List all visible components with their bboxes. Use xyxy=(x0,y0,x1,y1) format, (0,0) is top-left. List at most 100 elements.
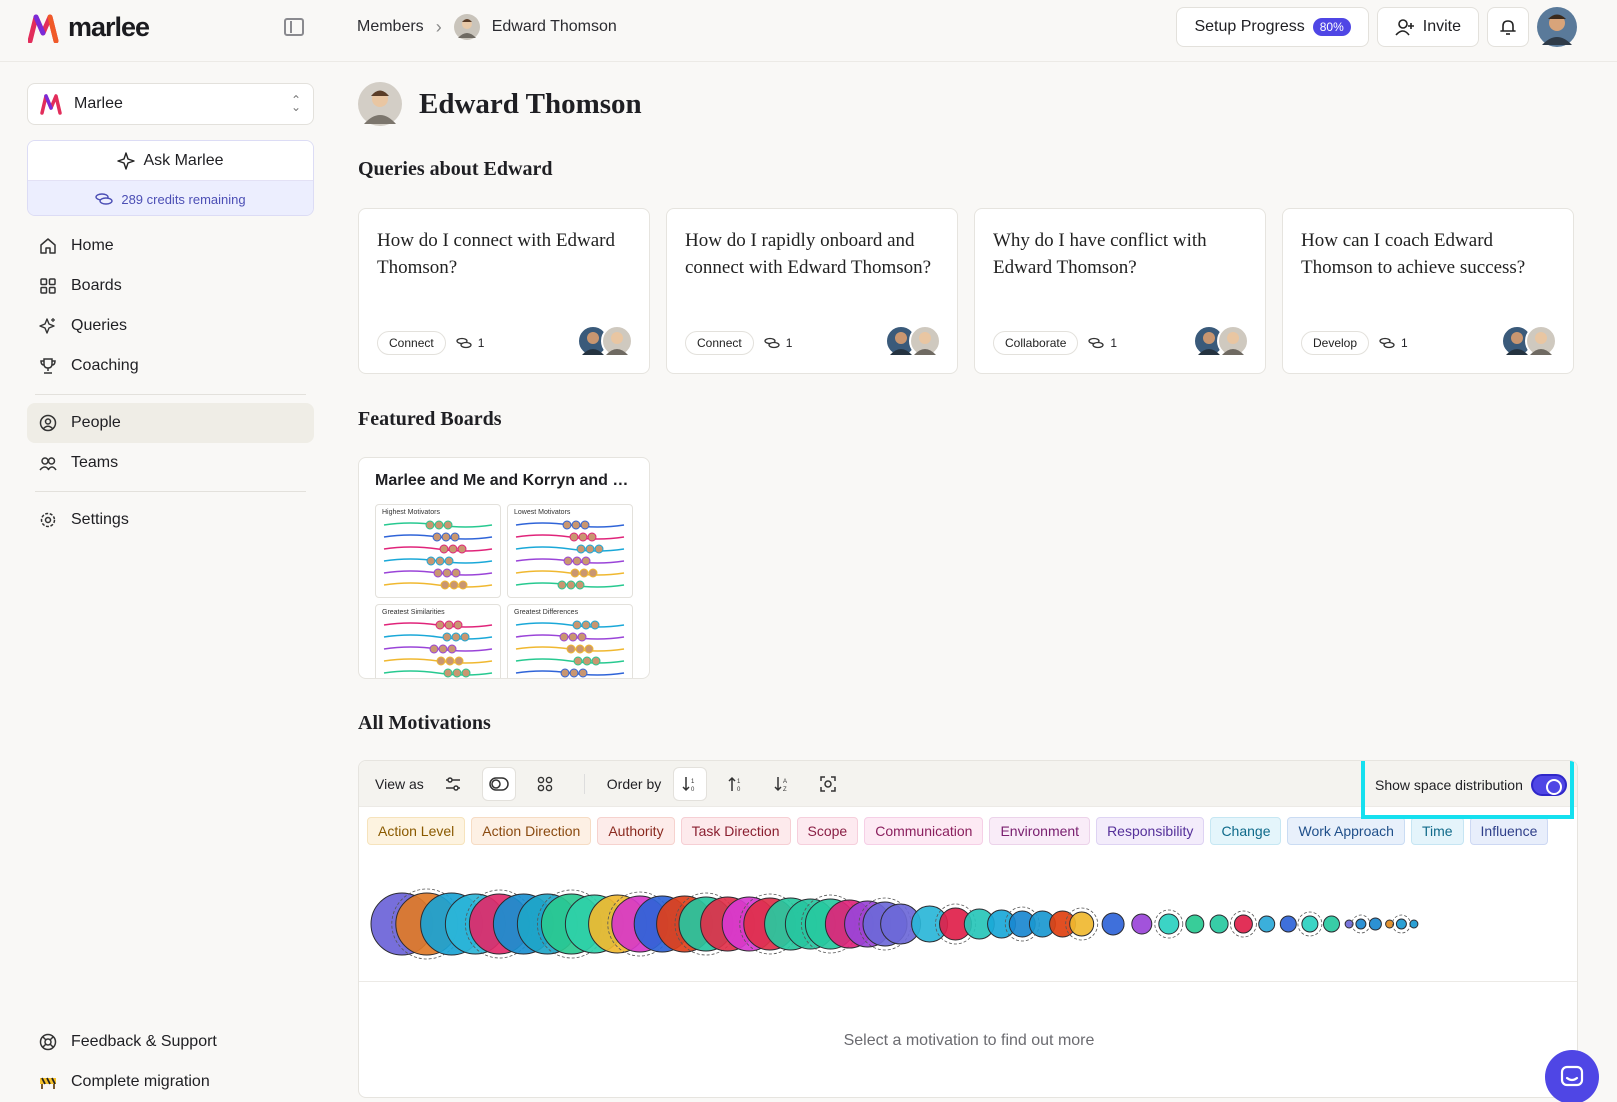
sidebar-item-home[interactable]: Home xyxy=(27,226,314,266)
motivation-tag[interactable]: Action Direction xyxy=(471,817,592,845)
sort-desc-button[interactable]: 10 xyxy=(673,766,708,801)
query-card[interactable]: How can I coach Edward Thomson to achiev… xyxy=(1282,208,1574,374)
invite-button[interactable]: Invite xyxy=(1376,7,1479,47)
top-bar: marlee Members › Edward Thomson Setup Pr… xyxy=(0,0,1617,62)
motivation-bubble[interactable] xyxy=(1069,911,1095,937)
motivation-tag[interactable]: Task Direction xyxy=(680,817,791,845)
view-bubbles-button[interactable] xyxy=(481,766,516,801)
motivation-tag[interactable]: Influence xyxy=(1469,817,1549,845)
motivation-bubble[interactable] xyxy=(1279,915,1297,933)
motivation-tag[interactable]: Environment xyxy=(989,817,1091,845)
motivation-bubble[interactable] xyxy=(1323,915,1340,933)
sidebar-item-coaching[interactable]: Coaching xyxy=(27,346,314,386)
chat-button[interactable] xyxy=(1545,1050,1599,1102)
breadcrumb-members[interactable]: Members xyxy=(357,18,424,36)
motivation-tag[interactable]: Work Approach xyxy=(1287,817,1405,845)
bell-icon xyxy=(1500,20,1516,35)
sidebar-item-label: People xyxy=(71,414,121,431)
motivation-bubble[interactable] xyxy=(1158,913,1180,935)
sidebar-item-boards[interactable]: Boards xyxy=(27,266,314,306)
motivation-bubbles[interactable] xyxy=(359,869,1578,979)
toggle-switch[interactable] xyxy=(1530,774,1567,796)
sidebar-item-label: Settings xyxy=(71,511,129,528)
query-card[interactable]: How do I rapidly onboard and connect wit… xyxy=(666,208,958,374)
coins-icon xyxy=(764,337,780,349)
grid-icon xyxy=(537,776,553,791)
sidebar-item-label: Feedback & Support xyxy=(71,1033,217,1050)
motivation-bubble[interactable] xyxy=(1355,918,1367,930)
motivation-tag[interactable]: Communication xyxy=(864,817,984,845)
notifications-button[interactable] xyxy=(1487,7,1529,47)
motivation-tag[interactable]: Authority xyxy=(597,817,675,845)
sort-ascending-icon: 10 xyxy=(728,776,741,793)
logo[interactable]: marlee xyxy=(28,12,150,43)
query-avatars xyxy=(1501,325,1557,357)
query-text: How can I coach Edward Thomson to achiev… xyxy=(1301,230,1526,278)
sidebar-item-people[interactable]: People xyxy=(27,403,314,443)
query-card[interactable]: Why do I have conflict with Edward Thoms… xyxy=(974,208,1266,374)
motivation-bubble[interactable] xyxy=(1344,919,1354,929)
user-avatar[interactable] xyxy=(1537,7,1577,47)
motivation-bubble[interactable] xyxy=(1101,912,1125,936)
org-selector[interactable]: Marlee ⌃ ⌄ xyxy=(27,83,314,125)
view-sliders-button[interactable] xyxy=(436,767,470,801)
sidebar-item-settings[interactable]: Settings xyxy=(27,500,314,540)
motivation-tag[interactable]: Change xyxy=(1210,817,1282,845)
setup-progress-badge: 80% xyxy=(1312,18,1351,36)
motivation-bubble[interactable] xyxy=(1301,915,1319,933)
query-avatars xyxy=(1193,325,1249,357)
board-card[interactable]: Marlee and Me and Korryn and E... Highes… xyxy=(358,457,650,679)
grid-icon xyxy=(40,278,56,294)
empty-state: Select a motivation to find out more xyxy=(359,981,1577,1097)
sidebar-item-queries[interactable]: Queries xyxy=(27,306,314,346)
org-name: Marlee xyxy=(74,95,123,112)
sidebar-item-migration[interactable]: Complete migration xyxy=(27,1062,314,1102)
avatar xyxy=(453,14,480,40)
chevron-updown-icon: ⌃ ⌄ xyxy=(290,93,301,114)
barrier-icon xyxy=(40,1077,56,1089)
marlee-logo-icon xyxy=(40,94,62,115)
motivation-bubble[interactable] xyxy=(1209,914,1229,934)
sidebar-item-label: Queries xyxy=(71,317,128,334)
coins-icon xyxy=(1088,337,1105,349)
motivation-bubble[interactable] xyxy=(1385,919,1395,929)
space-distribution-toggle[interactable]: Show space distribution xyxy=(1361,761,1574,819)
boards-section-title: Featured Boards xyxy=(358,408,502,430)
ask-marlee-button[interactable]: Ask Marlee xyxy=(28,141,313,181)
nav-divider xyxy=(35,491,306,492)
board-title: Marlee and Me and Korryn and E... xyxy=(375,472,633,489)
sidebar-item-teams[interactable]: Teams xyxy=(27,443,314,483)
avatar xyxy=(1217,325,1249,357)
motivation-bubble[interactable] xyxy=(1185,914,1205,934)
motivation-bubble[interactable] xyxy=(1233,914,1253,934)
sparkle-icon xyxy=(117,151,136,170)
focus-button[interactable] xyxy=(811,767,845,801)
board-thumbnail: Lowest Motivators xyxy=(507,504,633,598)
svg-text:1: 1 xyxy=(737,779,741,785)
person-icon xyxy=(39,414,57,432)
motivation-bubble[interactable] xyxy=(1368,917,1382,931)
motivation-bubble[interactable] xyxy=(1131,913,1153,935)
view-grid-button[interactable] xyxy=(528,767,562,801)
motivation-tag[interactable]: Responsibility xyxy=(1096,817,1205,845)
sort-asc-button[interactable]: 10 xyxy=(719,767,753,801)
motivation-tag[interactable]: Time xyxy=(1410,817,1464,845)
coins-icon xyxy=(1379,337,1395,349)
setup-progress-button[interactable]: Setup Progress 80% xyxy=(1176,7,1369,47)
motivation-tag[interactable]: Scope xyxy=(796,817,859,845)
credits-text: 289 credits remaining xyxy=(121,191,246,207)
group-icon xyxy=(39,457,57,471)
svg-text:0: 0 xyxy=(691,787,695,793)
motivation-bubble[interactable] xyxy=(1395,918,1407,930)
sidebar-toggle-icon[interactable] xyxy=(284,18,304,36)
sort-alpha-button[interactable]: AZ xyxy=(765,767,799,801)
bottom-nav: Feedback & Support Complete migration xyxy=(27,1022,314,1102)
ask-marlee-label: Ask Marlee xyxy=(143,151,224,169)
sidebar-item-feedback[interactable]: Feedback & Support xyxy=(27,1022,314,1062)
query-tag: Develop xyxy=(1301,331,1370,355)
query-card[interactable]: How do I connect with Edward Thomson? Co… xyxy=(358,208,650,374)
motivation-bubble[interactable] xyxy=(1258,915,1276,933)
motivation-bubble[interactable] xyxy=(1409,919,1419,929)
home-icon xyxy=(40,238,56,254)
motivation-tag[interactable]: Action Level xyxy=(367,817,466,845)
